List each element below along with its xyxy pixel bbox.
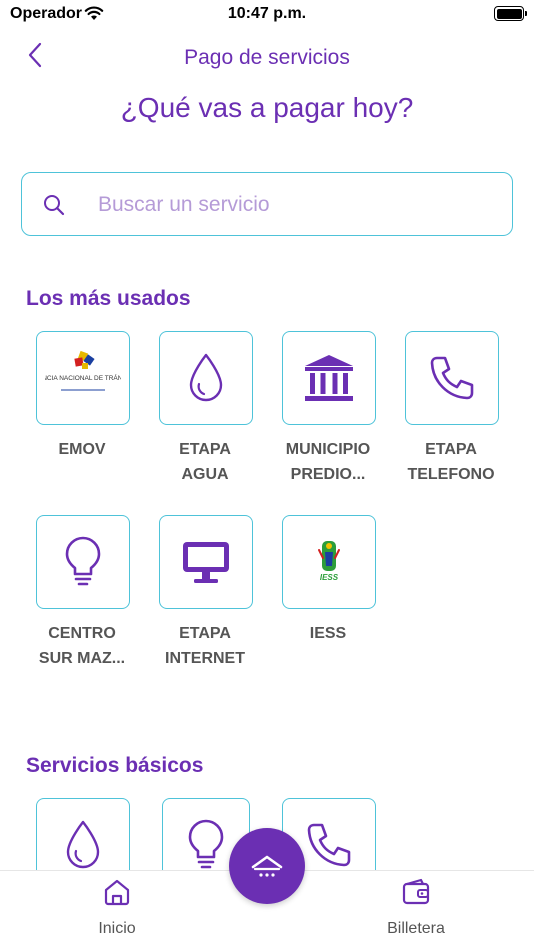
search-box[interactable] bbox=[21, 172, 513, 236]
service-label-centro-sur: CENTRO SUR MAZ... bbox=[38, 625, 126, 667]
status-time: 10:47 p.m. bbox=[227, 5, 307, 22]
tab-label-inicio: Inicio bbox=[98, 920, 136, 937]
search-input[interactable] bbox=[98, 191, 478, 219]
service-tile-etapa-internet[interactable] bbox=[159, 515, 253, 609]
monitor-icon bbox=[183, 542, 229, 583]
battery-icon bbox=[494, 6, 527, 21]
status-bar: Operador 10:47 p.m. bbox=[0, 0, 534, 30]
section-title-basic-services: Servicios básicos bbox=[26, 754, 204, 777]
lightbulb-icon bbox=[188, 819, 224, 869]
phone-icon bbox=[307, 823, 351, 867]
government-building-icon bbox=[305, 355, 353, 401]
search-icon bbox=[44, 195, 65, 216]
iess-logo: IESS bbox=[318, 541, 340, 582]
service-label-etapa-telefono: ETAPA TELEFONO bbox=[407, 441, 495, 483]
wallet-icon bbox=[402, 878, 430, 905]
section-title-most-used: Los más usados bbox=[26, 287, 191, 310]
logo-text-iess: IESS bbox=[320, 573, 339, 582]
page-title: Pago de servicios bbox=[184, 46, 350, 69]
service-label-iess: IESS bbox=[309, 625, 347, 642]
floating-action-button[interactable] bbox=[229, 828, 305, 904]
service-label-etapa-agua: ETAPA AGUA bbox=[179, 441, 231, 483]
service-tile-municipio[interactable] bbox=[282, 331, 376, 425]
phone-icon bbox=[430, 356, 474, 400]
water-drop-icon bbox=[66, 820, 100, 869]
service-tile-centro-sur[interactable] bbox=[36, 515, 130, 609]
home-icon bbox=[104, 879, 130, 906]
tab-label-billetera: Billetera bbox=[387, 920, 445, 937]
logo-text-agencia: AGENCIA NACIONAL DE TRÁNSITO bbox=[45, 373, 121, 382]
service-tile-etapa-telefono[interactable] bbox=[405, 331, 499, 425]
expand-up-icon bbox=[251, 855, 283, 877]
service-tile-emov[interactable]: AGENCIA NACIONAL DE TRÁNSITO bbox=[36, 331, 130, 425]
service-tile-etapa-agua[interactable] bbox=[159, 331, 253, 425]
water-drop-icon bbox=[189, 353, 223, 402]
tab-billetera[interactable]: Billetera bbox=[356, 877, 476, 938]
agencia-nacional-transito-logo: AGENCIA NACIONAL DE TRÁNSITO bbox=[45, 350, 121, 391]
tab-inicio[interactable]: Inicio bbox=[57, 877, 177, 938]
lightbulb-icon bbox=[65, 536, 101, 586]
page-headline: ¿Qué vas a pagar hoy? bbox=[120, 92, 414, 123]
service-tile-iess[interactable]: IESS bbox=[282, 515, 376, 609]
service-label-emov: EMOV bbox=[58, 441, 106, 458]
service-label-etapa-internet: ETAPA INTERNET bbox=[165, 625, 245, 667]
service-label-municipio: MUNICIPIO PREDIO... bbox=[285, 441, 371, 483]
